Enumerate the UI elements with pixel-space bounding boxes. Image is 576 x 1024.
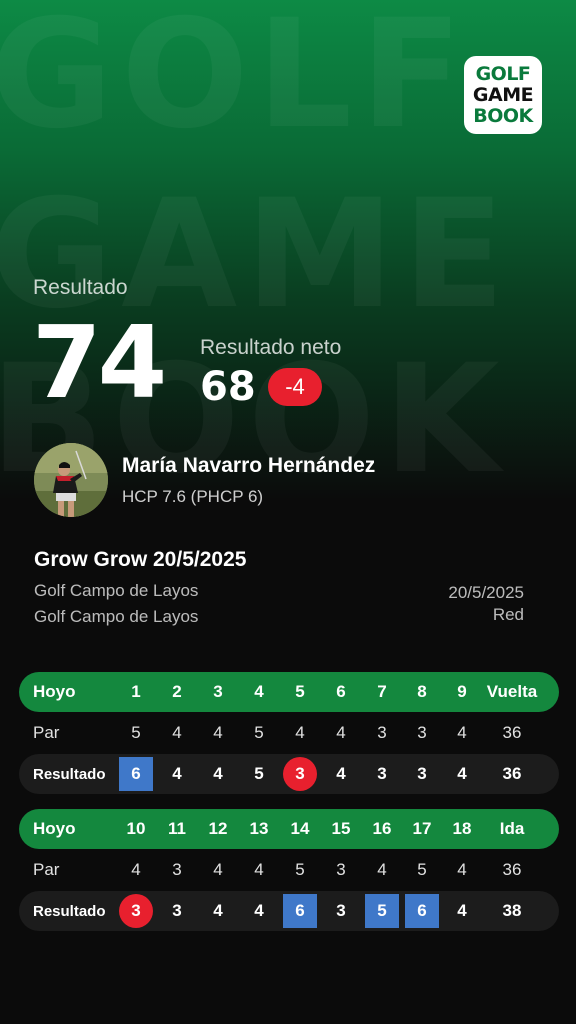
par-total: 36	[502, 723, 522, 742]
logo-text: GAME	[472, 83, 534, 106]
hole-header-row: Hoyo 1 2 3 4 5 6 7 8 9 Vuelta	[19, 672, 559, 712]
score-value: 4	[457, 764, 467, 783]
gross-score: 74	[32, 304, 167, 421]
bogey-marker: 6	[119, 757, 153, 791]
hole-number: 13	[249, 819, 269, 838]
par-value: 4	[377, 860, 387, 879]
score-value: 5	[362, 891, 402, 931]
birdie-marker: 3	[119, 894, 153, 928]
course-name: Golf Campo de Layos	[34, 581, 199, 600]
logo-text: BOOK	[473, 104, 533, 127]
hole-number: 16	[372, 819, 392, 838]
total-header: Vuelta	[486, 682, 538, 701]
bogey-marker: 5	[365, 894, 399, 928]
hole-number: 14	[290, 819, 310, 838]
hole-number: 10	[126, 819, 146, 838]
hole-number: 3	[213, 682, 223, 701]
player-name: María Navarro Hernández	[122, 454, 376, 477]
hole-number: 5	[295, 682, 305, 701]
total-header: Ida	[499, 819, 525, 838]
score-row: Resultado 3 3 4 4 6 3 5 6 4 38	[19, 891, 559, 931]
to-par-badge: -4	[268, 368, 322, 406]
par-value: 4	[336, 723, 346, 742]
par-row: Par 4 3 4 4 5 3 4 5 4 36	[19, 850, 559, 890]
round-title: Grow Grow 20/5/2025	[34, 548, 247, 571]
par-value: 4	[254, 860, 264, 879]
hole-number: 4	[254, 682, 264, 701]
score-value: 4	[213, 764, 223, 783]
par-value: 3	[336, 860, 346, 879]
score-value: 6	[280, 891, 320, 931]
par-value: 3	[417, 723, 427, 742]
player-handicap: HCP 7.6 (PHCP 6)	[122, 487, 264, 506]
par-value: 5	[417, 860, 427, 879]
par-value: 3	[172, 860, 182, 879]
bogey-marker: 6	[283, 894, 317, 928]
birdie-marker: 3	[283, 757, 317, 791]
par-value: 5	[295, 860, 305, 879]
hole-number: 17	[412, 819, 432, 838]
logo-text: GOLF	[475, 62, 531, 85]
par-value: 4	[213, 723, 223, 742]
course-name: Golf Campo de Layos	[34, 607, 199, 626]
score-value: 3	[116, 891, 156, 931]
golf-gamebook-logo: GOLF GAME BOOK	[464, 56, 542, 134]
result-label: Resultado	[33, 276, 128, 299]
hole-number: 18	[452, 819, 472, 838]
score-value: 3	[417, 764, 427, 783]
tee-color: Red	[492, 605, 524, 624]
hole-number: 12	[208, 819, 228, 838]
par-value: 3	[377, 723, 387, 742]
score-total: 38	[502, 901, 522, 920]
score-value: 5	[254, 764, 264, 783]
score-value: 3	[172, 901, 182, 920]
par-value: 5	[254, 723, 264, 742]
hole-number: 9	[457, 682, 467, 701]
score-value: 3	[280, 754, 320, 794]
net-score: 68	[200, 364, 256, 410]
score-value: 4	[457, 901, 467, 920]
score-value: 4	[213, 901, 223, 920]
par-value: 4	[131, 860, 141, 879]
hole-number: 1	[131, 682, 141, 701]
hole-number: 8	[417, 682, 427, 701]
score-value: 4	[172, 764, 182, 783]
hole-number: 11	[168, 819, 186, 838]
hole-number: 6	[336, 682, 346, 701]
hole-header-row: Hoyo 10 11 12 13 14 15 16 17 18 Ida	[19, 809, 559, 849]
par-row: Par 5 4 4 5 4 4 3 3 4 36	[19, 713, 559, 753]
par-value: 4	[295, 723, 305, 742]
player-avatar[interactable]	[34, 443, 108, 517]
score-value: 3	[377, 764, 387, 783]
score-total: 36	[502, 764, 522, 783]
bogey-marker: 6	[405, 894, 439, 928]
score-value: 6	[402, 891, 442, 931]
score-value: 4	[336, 764, 346, 783]
net-result-label: Resultado neto	[200, 336, 342, 359]
golfer-photo-icon	[34, 443, 108, 517]
par-value: 4	[172, 723, 182, 742]
par-value: 4	[457, 860, 467, 879]
par-total: 36	[502, 860, 522, 879]
score-value: 4	[254, 901, 264, 920]
par-value: 4	[213, 860, 223, 879]
score-value: 3	[336, 901, 346, 920]
round-date: 20/5/2025	[448, 583, 524, 602]
par-value: 4	[457, 723, 467, 742]
score-row: Resultado 6 4 4 5 3 4 3 3 4 36	[19, 754, 559, 794]
hole-number: 2	[172, 682, 182, 701]
hole-number: 7	[377, 682, 387, 701]
hole-number: 15	[331, 819, 351, 838]
par-value: 5	[131, 723, 141, 742]
score-value: 6	[116, 754, 156, 794]
